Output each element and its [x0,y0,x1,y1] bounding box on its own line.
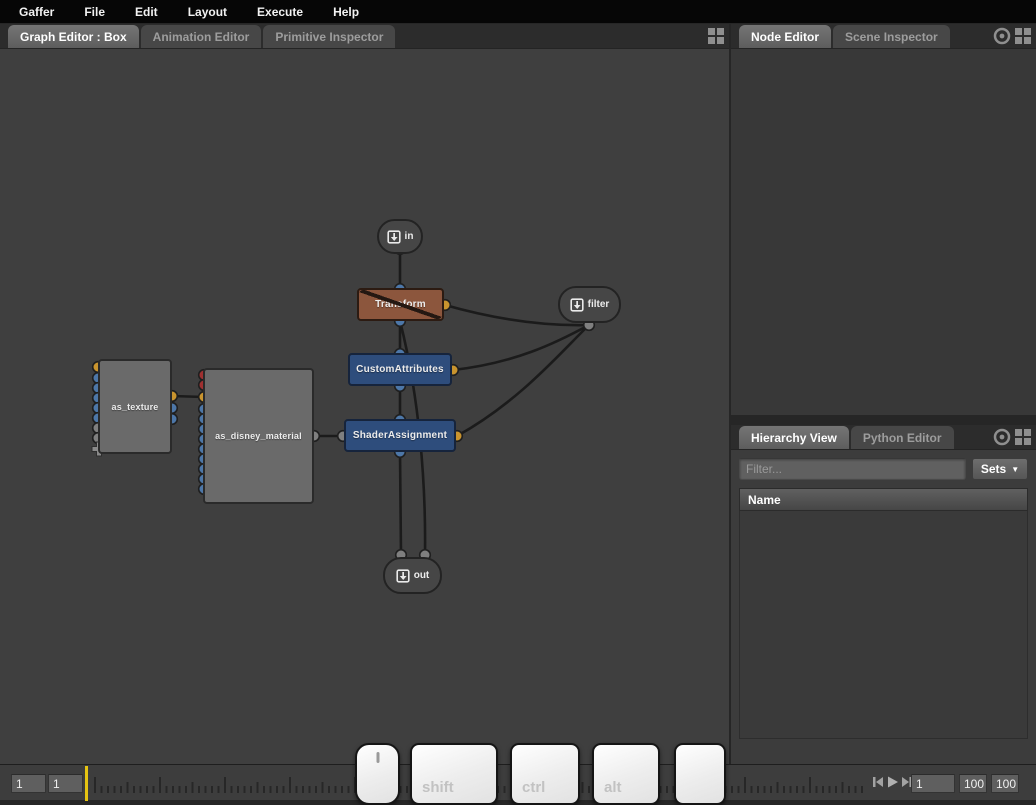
node-editor-panel: Node Editor Scene Inspector [731,24,1036,415]
node-label: filter [588,299,610,310]
connection-edge [400,452,401,555]
sets-label: Sets [981,462,1006,476]
tab-primitive-inspector[interactable]: Primitive Inspector [263,25,395,48]
tab-scene-inspector[interactable]: Scene Inspector [833,25,950,48]
hierarchy-tabbar: Hierarchy View Python Editor [731,425,1036,449]
node-label: in [405,231,414,242]
node-in[interactable]: in [377,219,423,254]
timeline-playhead[interactable] [85,766,88,801]
node-as_texture[interactable]: as_texture [98,359,172,454]
tab-animation-editor[interactable]: Animation Editor [141,25,262,48]
import-box-icon [387,230,401,244]
tab-graph-editor[interactable]: Graph Editor : Box [8,25,139,48]
menu-execute[interactable]: Execute [242,0,318,23]
play-icon[interactable] [886,775,899,794]
node-CustomAttributes[interactable]: CustomAttributes [348,353,452,386]
pin-target-icon[interactable] [993,27,1011,50]
disabled-strike [359,290,442,319]
hierarchy-view-panel: Hierarchy View Python Editor Sets ▼ Name [731,425,1036,764]
node-editor-content [731,48,1036,415]
hierarchy-content: Sets ▼ Name [731,449,1036,764]
tab-python-editor[interactable]: Python Editor [851,426,954,449]
key-indicator-blank [674,743,726,805]
layout-grid-icon[interactable] [707,27,725,50]
node-as_disney_material[interactable]: as_disney_material [203,368,314,504]
node-ShaderAssignment[interactable]: ShaderAssignment [344,419,456,452]
mouse-wheel-icon [376,752,379,763]
menu-gaffer[interactable]: Gaffer [4,0,69,23]
range-end-field[interactable]: 100 [959,774,987,793]
node-label: as_texture [111,402,158,412]
node-Transform[interactable]: Transform [357,288,444,321]
layout-grid-icon[interactable] [1014,27,1032,50]
mouse-indicator [355,743,400,805]
node-label: ShaderAssignment [353,430,447,441]
frame-rate-field[interactable]: 100 [991,774,1019,793]
name-column-header[interactable]: Name [739,488,1028,511]
graph-editor-panel: Graph Editor : Box Animation Editor Prim… [0,24,729,764]
connection-edge [457,325,589,436]
menu-edit[interactable]: Edit [120,0,173,23]
filter-input[interactable] [739,458,966,480]
current-frame-field[interactable]: 1 [48,774,83,793]
tab-node-editor[interactable]: Node Editor [739,25,831,48]
chevron-down-icon: ▼ [1011,465,1019,474]
sets-dropdown-button[interactable]: Sets ▼ [972,458,1028,480]
menu-bar: Gaffer File Edit Layout Execute Help [0,0,1036,23]
key-indicator-shift: shift [410,743,498,805]
pin-target-icon[interactable] [993,428,1011,451]
node-out[interactable]: out [383,557,442,594]
menu-file[interactable]: File [69,0,120,23]
node-label: as_disney_material [215,431,302,441]
import-box-icon [570,298,584,312]
tab-hierarchy-view[interactable]: Hierarchy View [739,426,849,449]
node-label: CustomAttributes [356,364,444,375]
frame-start-field[interactable]: 1 [11,774,46,793]
menu-help[interactable]: Help [318,0,374,23]
prev-keyframe-icon[interactable] [872,775,884,794]
graph-editor-tabbar: Graph Editor : Box Animation Editor Prim… [0,24,729,48]
key-indicator-ctrl: ctrl [510,743,580,805]
hierarchy-list[interactable] [739,511,1028,739]
key-indicator-alt: alt [592,743,660,805]
graph-canvas[interactable]: in filter out Transform CustomAttributes Shad… [0,48,729,764]
node-filter[interactable]: filter [558,286,621,323]
layout-grid-icon[interactable] [1014,428,1032,451]
node-label: out [414,570,430,581]
connection-edge [453,325,589,370]
import-box-icon [396,569,410,583]
menu-layout[interactable]: Layout [173,0,242,23]
node-editor-tabbar: Node Editor Scene Inspector [731,24,1036,48]
range-start-field[interactable]: 1 [911,774,955,793]
